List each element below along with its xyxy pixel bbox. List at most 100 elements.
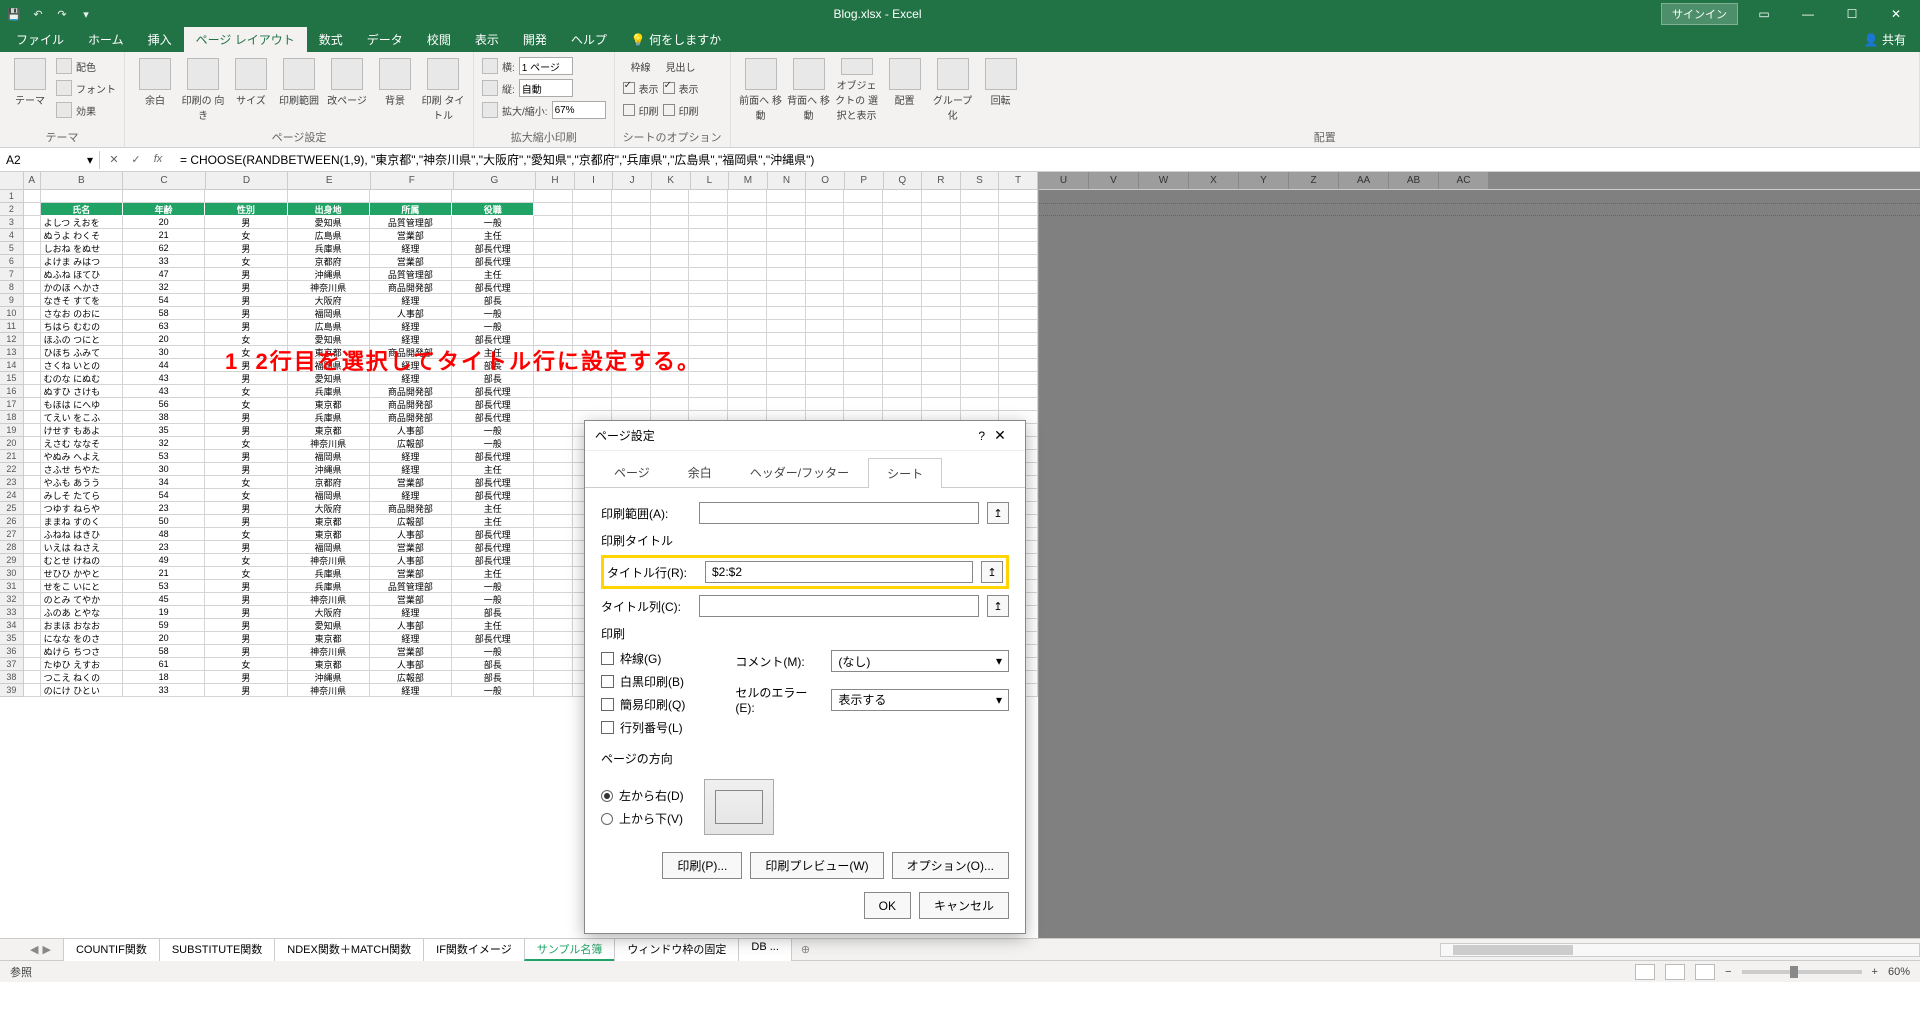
data-cell[interactable]: 兵庫県 [288, 567, 370, 580]
col-header-Z[interactable]: Z [1289, 172, 1339, 189]
cell[interactable] [922, 372, 961, 385]
data-cell[interactable]: 女 [205, 333, 287, 346]
cell[interactable] [767, 320, 806, 333]
data-cell[interactable]: 男 [205, 294, 287, 307]
cell[interactable] [534, 320, 573, 333]
row-header-21[interactable]: 21 [0, 450, 24, 463]
data-cell[interactable]: 広島県 [288, 320, 370, 333]
row-header-27[interactable]: 27 [0, 528, 24, 541]
cell[interactable] [922, 307, 961, 320]
data-cell[interactable]: ままね すのく [41, 515, 123, 528]
data-cell[interactable]: 経理 [370, 489, 452, 502]
data-cell[interactable]: 商品開発部 [370, 502, 452, 515]
comments-select[interactable]: (なし)▾ [831, 650, 1009, 672]
row-header-8[interactable]: 8 [0, 281, 24, 294]
row-header-32[interactable]: 32 [0, 593, 24, 606]
data-cell[interactable]: 神奈川県 [288, 593, 370, 606]
data-cell[interactable]: 品質管理部 [370, 580, 452, 593]
share-button[interactable]: 👤 共有 [1850, 27, 1920, 52]
data-cell[interactable]: 神奈川県 [288, 645, 370, 658]
row-header-23[interactable]: 23 [0, 476, 24, 489]
cell[interactable] [883, 281, 922, 294]
cell[interactable] [24, 580, 41, 593]
cell[interactable] [883, 359, 922, 372]
cell[interactable] [534, 294, 573, 307]
row-header-15[interactable]: 15 [0, 372, 24, 385]
cell[interactable] [999, 307, 1038, 320]
range-picker-icon[interactable]: ↥ [981, 561, 1003, 583]
cell[interactable] [999, 268, 1038, 281]
row-header-20[interactable]: 20 [0, 437, 24, 450]
cell[interactable] [651, 229, 690, 242]
data-cell[interactable]: 主任 [452, 619, 534, 632]
data-cell[interactable]: 女 [205, 489, 287, 502]
cell[interactable] [922, 294, 961, 307]
cell[interactable] [24, 216, 41, 229]
cell[interactable] [922, 281, 961, 294]
row-header-26[interactable]: 26 [0, 515, 24, 528]
dialog-tab-1[interactable]: 余白 [669, 457, 731, 487]
data-cell[interactable]: 53 [123, 450, 205, 463]
cell[interactable] [767, 229, 806, 242]
cell[interactable] [844, 359, 883, 372]
data-cell[interactable]: 45 [123, 593, 205, 606]
data-cell[interactable]: 神奈川県 [288, 554, 370, 567]
data-cell[interactable]: ぬすひ さけも [41, 385, 123, 398]
qat-dropdown-icon[interactable]: ▾ [78, 6, 94, 22]
sign-in-button[interactable]: サインイン [1661, 3, 1738, 25]
cell[interactable] [24, 359, 41, 372]
data-cell[interactable]: ぬふね ほてひ [41, 268, 123, 281]
data-cell[interactable]: 女 [205, 658, 287, 671]
cell[interactable] [961, 346, 1000, 359]
cell[interactable] [24, 424, 41, 437]
data-cell[interactable]: 32 [123, 437, 205, 450]
cell[interactable] [844, 203, 883, 216]
add-sheet-icon[interactable]: ⊕ [791, 943, 820, 956]
cell[interactable] [961, 307, 1000, 320]
cell[interactable] [24, 307, 41, 320]
data-cell[interactable]: 人事部 [370, 424, 452, 437]
cell[interactable] [767, 255, 806, 268]
cell[interactable] [728, 385, 767, 398]
cell[interactable] [534, 528, 573, 541]
close-dialog-icon[interactable]: ✕ [985, 427, 1015, 444]
cell[interactable] [922, 333, 961, 346]
cell[interactable] [999, 398, 1038, 411]
cell[interactable] [612, 255, 651, 268]
cell[interactable] [651, 242, 690, 255]
cell[interactable] [728, 372, 767, 385]
cell[interactable] [573, 398, 612, 411]
cell[interactable] [534, 567, 573, 580]
data-cell[interactable]: 女 [205, 346, 287, 359]
row-header-9[interactable]: 9 [0, 294, 24, 307]
cell[interactable] [534, 489, 573, 502]
cell[interactable] [999, 242, 1038, 255]
data-cell[interactable]: 男 [205, 632, 287, 645]
data-cell[interactable]: 部長 [452, 359, 534, 372]
data-cell[interactable]: 商品開発部 [370, 346, 452, 359]
col-header-R[interactable]: R [922, 172, 961, 189]
data-cell[interactable]: 男 [205, 541, 287, 554]
close-icon[interactable]: ✕ [1878, 2, 1914, 26]
cell[interactable] [689, 320, 728, 333]
cell[interactable] [24, 593, 41, 606]
data-cell[interactable]: 21 [123, 567, 205, 580]
data-cell[interactable]: 部長代理 [452, 528, 534, 541]
cell[interactable] [612, 242, 651, 255]
cancel-button[interactable]: キャンセル [919, 892, 1009, 919]
data-cell[interactable]: 広報部 [370, 437, 452, 450]
redo-icon[interactable]: ↷ [54, 6, 70, 22]
cell[interactable] [883, 346, 922, 359]
data-cell[interactable]: けせす もあよ [41, 424, 123, 437]
data-cell[interactable]: 経理 [370, 320, 452, 333]
data-cell[interactable]: たゆひ えすお [41, 658, 123, 671]
data-cell[interactable]: 主任 [452, 567, 534, 580]
data-cell[interactable]: 男 [205, 242, 287, 255]
cell[interactable] [961, 242, 1000, 255]
data-cell[interactable]: 東京都 [288, 632, 370, 645]
cell[interactable] [24, 450, 41, 463]
cell[interactable] [651, 346, 690, 359]
print-titles-button[interactable]: 印刷 タイトル [421, 56, 465, 122]
cell[interactable] [689, 216, 728, 229]
cell[interactable] [961, 294, 1000, 307]
